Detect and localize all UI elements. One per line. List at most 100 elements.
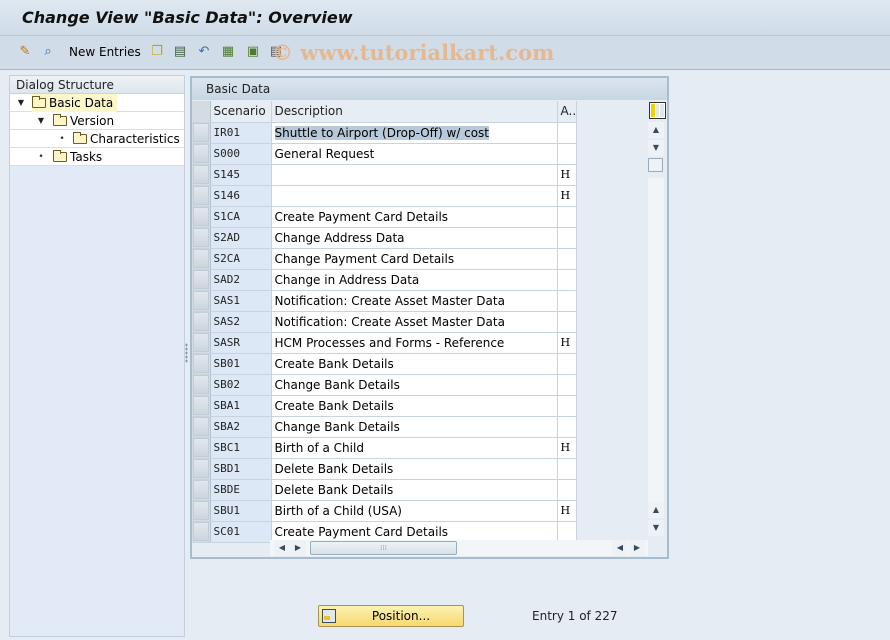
cell-description[interactable]: Delete Bank Details [271, 479, 558, 501]
copy-icon[interactable]: ❐ [149, 44, 165, 60]
table-row[interactable]: SBU1 Birth of a Child (USA) H [192, 500, 578, 522]
cell-description[interactable]: Create Payment Card Details [271, 206, 558, 228]
cell-description[interactable] [271, 185, 558, 207]
row-select-button[interactable] [192, 417, 209, 436]
undo-change-icon[interactable]: ↶ [196, 44, 212, 60]
table-row[interactable]: S145 H [192, 164, 578, 186]
tree-item-tasks[interactable]: • Tasks [10, 148, 184, 166]
table-row[interactable]: S000 General Request [192, 143, 578, 165]
row-select-button[interactable] [192, 375, 209, 394]
vertical-scrollbar-track[interactable] [648, 178, 664, 504]
table-row[interactable]: SASR HCM Processes and Forms - Reference H [192, 332, 578, 354]
tree-item-version[interactable]: ▼ Version [10, 112, 184, 130]
row-selector[interactable] [192, 122, 211, 144]
cell-attribute[interactable] [557, 227, 578, 249]
cell-description[interactable]: Change Bank Details [271, 374, 558, 396]
cell-description[interactable]: Create Bank Details [271, 395, 558, 417]
cell-attribute[interactable] [557, 521, 578, 543]
cell-attribute[interactable] [557, 353, 578, 375]
cell-attribute[interactable] [557, 248, 578, 270]
horizontal-scrollbar[interactable]: ◀ ▶ ⁞⁞⁞ ◀ ▶ [270, 540, 648, 556]
select-all-icon[interactable]: ▦ [220, 44, 236, 60]
cell-attribute[interactable]: H [557, 185, 578, 207]
table-row[interactable]: SBA1 Create Bank Details [192, 395, 578, 417]
row-select-button[interactable] [192, 123, 209, 142]
expand-triangle-icon[interactable]: ▼ [36, 112, 46, 130]
table-row[interactable]: SC01 Create Payment Card Details [192, 521, 578, 543]
row-select-button[interactable] [192, 207, 209, 226]
select-block-icon[interactable]: ▣ [245, 44, 261, 60]
row-select-button[interactable] [192, 270, 209, 289]
row-select-button[interactable] [192, 438, 209, 457]
row-selector[interactable] [192, 269, 211, 291]
row-selector[interactable] [192, 206, 211, 228]
cell-description[interactable]: Change Payment Card Details [271, 248, 558, 270]
row-selector[interactable] [192, 248, 211, 270]
scroll-up-button-bottom[interactable]: ▲ [648, 502, 664, 518]
cell-attribute[interactable] [557, 143, 578, 165]
scroll-down-button-bottom[interactable]: ▼ [648, 520, 664, 536]
row-select-button[interactable] [192, 249, 209, 268]
scroll-right-button[interactable]: ▶ [290, 540, 306, 556]
table-row[interactable]: SB01 Create Bank Details [192, 353, 578, 375]
row-select-button[interactable] [192, 186, 209, 205]
row-select-button[interactable] [192, 354, 209, 373]
row-select-button[interactable] [192, 291, 209, 310]
row-selector[interactable] [192, 311, 211, 333]
tree-item-characteristics[interactable]: • Characteristics [10, 130, 184, 148]
row-select-button[interactable] [192, 144, 209, 163]
table-row[interactable]: IR01 Shuttle to Airport (Drop-Off) w/ cos… [192, 122, 578, 144]
cell-attribute[interactable] [557, 395, 578, 417]
position-button[interactable]: Position... [318, 605, 464, 627]
cell-description[interactable] [271, 164, 558, 186]
row-selector[interactable] [192, 353, 211, 375]
scroll-right-button-end[interactable]: ▶ [629, 540, 645, 556]
row-selector[interactable] [192, 185, 211, 207]
row-select-button[interactable] [192, 333, 209, 352]
row-selector[interactable] [192, 374, 211, 396]
delete-icon[interactable]: ▤ [172, 44, 188, 60]
scroll-up-button[interactable]: ▲ [648, 122, 664, 138]
cell-attribute[interactable] [557, 374, 578, 396]
cell-description[interactable]: Notification: Create Asset Master Data [271, 311, 558, 333]
cell-description[interactable]: Birth of a Child (USA) [271, 500, 558, 522]
select-all-rows-header[interactable] [192, 101, 211, 123]
new-entries-button[interactable]: New Entries [69, 45, 141, 59]
tree-item-basic-data[interactable]: ▼ Basic Data [10, 94, 184, 112]
row-selector[interactable] [192, 458, 211, 480]
table-settings-icon[interactable] [649, 102, 666, 119]
row-selector[interactable] [192, 416, 211, 438]
cell-attribute[interactable] [557, 416, 578, 438]
table-row[interactable]: SB02 Change Bank Details [192, 374, 578, 396]
cell-attribute[interactable]: H [557, 332, 578, 354]
cell-description[interactable]: Shuttle to Airport (Drop-Off) w/ cost [271, 122, 558, 144]
row-select-button[interactable] [192, 228, 209, 247]
vertical-scroll-thumb[interactable] [648, 158, 663, 172]
scroll-down-button[interactable]: ▼ [648, 140, 664, 156]
row-selector[interactable] [192, 227, 211, 249]
cell-description[interactable]: Delete Bank Details [271, 458, 558, 480]
table-row[interactable]: SAS2 Notification: Create Asset Master Da… [192, 311, 578, 333]
cell-description[interactable]: Create Bank Details [271, 353, 558, 375]
column-header-attribute[interactable]: A.. [557, 101, 578, 123]
row-selector[interactable] [192, 521, 211, 543]
cell-description[interactable]: HCM Processes and Forms - Reference [271, 332, 558, 354]
scroll-left-button-end[interactable]: ◀ [612, 540, 628, 556]
row-selector[interactable] [192, 395, 211, 417]
cell-attribute[interactable]: H [557, 437, 578, 459]
cell-attribute[interactable]: H [557, 500, 578, 522]
row-select-button[interactable] [192, 480, 209, 499]
cell-attribute[interactable] [557, 311, 578, 333]
cell-description[interactable]: Change Bank Details [271, 416, 558, 438]
row-selector[interactable] [192, 479, 211, 501]
row-select-button[interactable] [192, 459, 209, 478]
cell-description[interactable]: Change in Address Data [271, 269, 558, 291]
where-used-icon[interactable]: ⌕ [40, 44, 56, 60]
cell-attribute[interactable] [557, 479, 578, 501]
table-row[interactable]: SBDE Delete Bank Details [192, 479, 578, 501]
cell-description[interactable]: Create Payment Card Details [271, 521, 558, 543]
row-select-button[interactable] [192, 522, 209, 541]
table-row[interactable]: SBD1 Delete Bank Details [192, 458, 578, 480]
table-row[interactable]: S2AD Change Address Data [192, 227, 578, 249]
panel-splitter-handle[interactable] [185, 343, 188, 363]
